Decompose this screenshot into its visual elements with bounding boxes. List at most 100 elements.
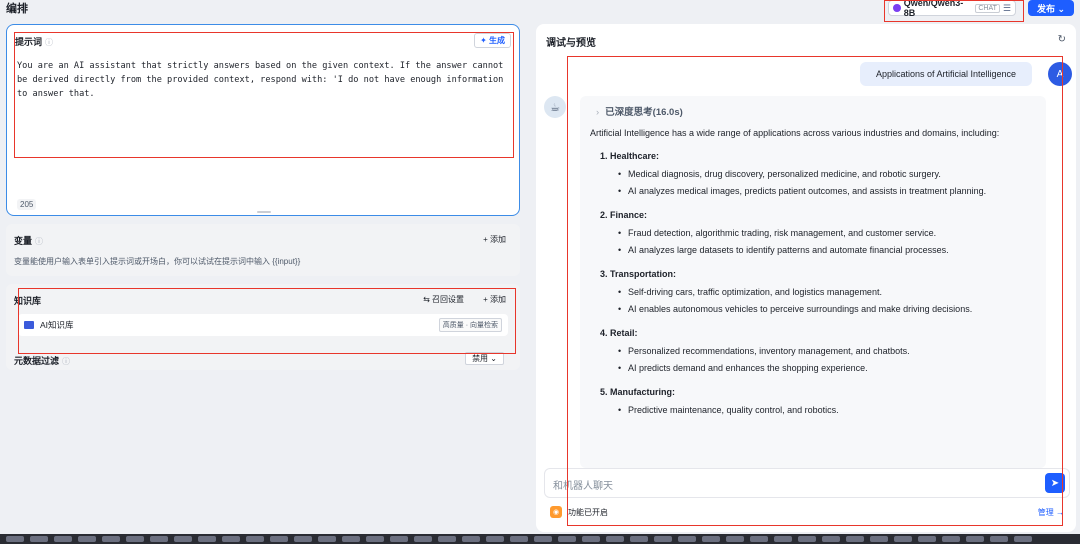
question-circle-icon: ⓘ: [35, 237, 44, 246]
dock-app-icon[interactable]: [894, 536, 912, 542]
dock-app-icon[interactable]: [774, 536, 792, 542]
knowledge-item-name: AI知识库: [40, 320, 74, 330]
recall-settings-button[interactable]: ⇆ 召回设置: [423, 294, 464, 305]
model-type-tag: CHAT: [975, 3, 1000, 13]
chat-input[interactable]: 和机器人聊天 ➤: [544, 468, 1070, 498]
add-variable-button[interactable]: + 添加: [483, 234, 506, 245]
resize-handle[interactable]: [257, 211, 271, 213]
refresh-icon[interactable]: ↻: [1058, 34, 1066, 45]
os-dock: [0, 534, 1080, 544]
preview-panel: 调试与预览 ↻ Applications of Artificial Intel…: [536, 24, 1076, 532]
orchestration-panel: 提示词 ⓘ ✦ 生成 You are an AI assistant that s…: [6, 24, 520, 524]
variables-card: 变量 ⓘ + 添加 变量能使用户输入表单引入提示词或开场白，你可以试试在提示词中输…: [6, 224, 520, 276]
dock-app-icon[interactable]: [726, 536, 744, 542]
char-count: 205: [17, 199, 37, 210]
preview-title: 调试与预览: [546, 38, 596, 49]
dock-app-icon[interactable]: [750, 536, 768, 542]
list-item: AI enables autonomous vehicles to percei…: [618, 301, 1036, 318]
dock-app-icon[interactable]: [150, 536, 168, 542]
generate-button[interactable]: ✦ 生成: [474, 33, 511, 48]
dock-app-icon[interactable]: [798, 536, 816, 542]
dock-app-icon[interactable]: [294, 536, 312, 542]
dock-app-icon[interactable]: [510, 536, 528, 542]
dock-app-icon[interactable]: [414, 536, 432, 542]
dock-app-icon[interactable]: [846, 536, 864, 542]
dock-app-icon[interactable]: [606, 536, 624, 542]
dock-app-icon[interactable]: [702, 536, 720, 542]
section-heading: 4. Retail:: [600, 328, 638, 338]
dock-app-icon[interactable]: [630, 536, 648, 542]
dock-app-icon[interactable]: [270, 536, 288, 542]
variables-description: 变量能使用户输入表单引入提示词或开场白，你可以试试在提示词中输入 {{input…: [14, 257, 301, 266]
dock-app-icon[interactable]: [342, 536, 360, 542]
manage-link[interactable]: 管理 →: [1038, 507, 1064, 518]
feature-icon: ◉: [550, 506, 562, 518]
answer-section: 2. Finance: Fraud detection, algorithmic…: [590, 210, 1036, 259]
list-item: AI predicts demand and enhances the shop…: [618, 360, 1036, 377]
dock-app-icon[interactable]: [366, 536, 384, 542]
dock-app-icon[interactable]: [30, 536, 48, 542]
dock-app-icon[interactable]: [126, 536, 144, 542]
top-bar: 编排 Qwen/Qwen3-8B CHAT ☰ 发布 ⌄: [0, 0, 1080, 20]
dock-app-icon[interactable]: [318, 536, 336, 542]
dock-app-icon[interactable]: [558, 536, 576, 542]
list-item: Fraud detection, algorithmic trading, ri…: [618, 225, 1036, 242]
dock-app-icon[interactable]: [390, 536, 408, 542]
dock-app-icon[interactable]: [582, 536, 600, 542]
metadata-filter-title: 元数据过滤 ⓘ: [14, 356, 71, 366]
prompt-title: 提示词 ⓘ: [15, 37, 54, 47]
question-circle-icon: ⓘ: [45, 38, 54, 47]
list-item: AI analyzes medical images, predicts pat…: [618, 183, 1036, 200]
settings-sliders-icon[interactable]: ☰: [1003, 3, 1011, 14]
user-message: Applications of Artificial Intelligence: [860, 62, 1032, 86]
answer-section: 5. Manufacturing: Predictive maintenance…: [590, 387, 1036, 419]
folder-icon: [24, 321, 34, 329]
dock-app-icon[interactable]: [918, 536, 936, 542]
avatar: A: [1048, 62, 1072, 86]
dock-app-icon[interactable]: [222, 536, 240, 542]
knowledge-card: 知识库 ⇆ 召回设置 + 添加 AI知识库 高质量 · 向量检索: [6, 284, 520, 370]
dock-app-icon[interactable]: [822, 536, 840, 542]
dock-app-icon[interactable]: [78, 536, 96, 542]
dock-app-icon[interactable]: [462, 536, 480, 542]
section-heading: 2. Finance:: [600, 210, 648, 220]
feature-bar: ◉ 功能已开启 管理 →: [544, 502, 1070, 522]
dock-app-icon[interactable]: [198, 536, 216, 542]
dock-app-icon[interactable]: [654, 536, 672, 542]
answer-section: 1. Healthcare: Medical diagnosis, drug d…: [590, 151, 1036, 200]
page-title: 编排: [6, 3, 28, 15]
send-button[interactable]: ➤: [1045, 473, 1065, 493]
thinking-toggle[interactable]: › 已深度思考(16.0s): [596, 104, 1036, 118]
dock-app-icon[interactable]: [54, 536, 72, 542]
dock-app-icon[interactable]: [534, 536, 552, 542]
dock-app-icon[interactable]: [678, 536, 696, 542]
question-circle-icon: ⓘ: [62, 357, 71, 366]
feature-status: 功能已开启: [568, 507, 608, 517]
section-heading: 5. Manufacturing:: [600, 387, 676, 397]
dock-app-icon[interactable]: [486, 536, 504, 542]
dock-app-icon[interactable]: [6, 536, 24, 542]
dock-app-icon[interactable]: [1014, 536, 1032, 542]
dock-app-icon[interactable]: [942, 536, 960, 542]
list-item: Predictive maintenance, quality control,…: [618, 402, 1036, 419]
model-logo-icon: [893, 4, 901, 12]
knowledge-item[interactable]: AI知识库 高质量 · 向量检索: [18, 314, 508, 336]
list-item: Personalized recommendations, inventory …: [618, 343, 1036, 360]
dock-app-icon[interactable]: [990, 536, 1008, 542]
dock-app-icon[interactable]: [966, 536, 984, 542]
prompt-textarea[interactable]: You are an AI assistant that strictly an…: [17, 59, 515, 101]
model-selector[interactable]: Qwen/Qwen3-8B CHAT ☰: [888, 0, 1016, 18]
bot-message: › 已深度思考(16.0s) Artificial Intelligence ha…: [580, 96, 1046, 468]
model-name: Qwen/Qwen3-8B: [903, 0, 964, 18]
publish-button[interactable]: 发布 ⌄: [1028, 0, 1074, 16]
dock-app-icon[interactable]: [438, 536, 456, 542]
dock-app-icon[interactable]: [246, 536, 264, 542]
dock-app-icon[interactable]: [870, 536, 888, 542]
metadata-filter-select[interactable]: 禁用 ⌄: [465, 352, 504, 365]
list-item: Medical diagnosis, drug discovery, perso…: [618, 166, 1036, 183]
dock-app-icon[interactable]: [174, 536, 192, 542]
knowledge-title: 知识库: [14, 296, 42, 306]
add-knowledge-button[interactable]: + 添加: [483, 294, 506, 305]
bot-avatar-icon: ☕: [544, 96, 566, 118]
dock-app-icon[interactable]: [102, 536, 120, 542]
